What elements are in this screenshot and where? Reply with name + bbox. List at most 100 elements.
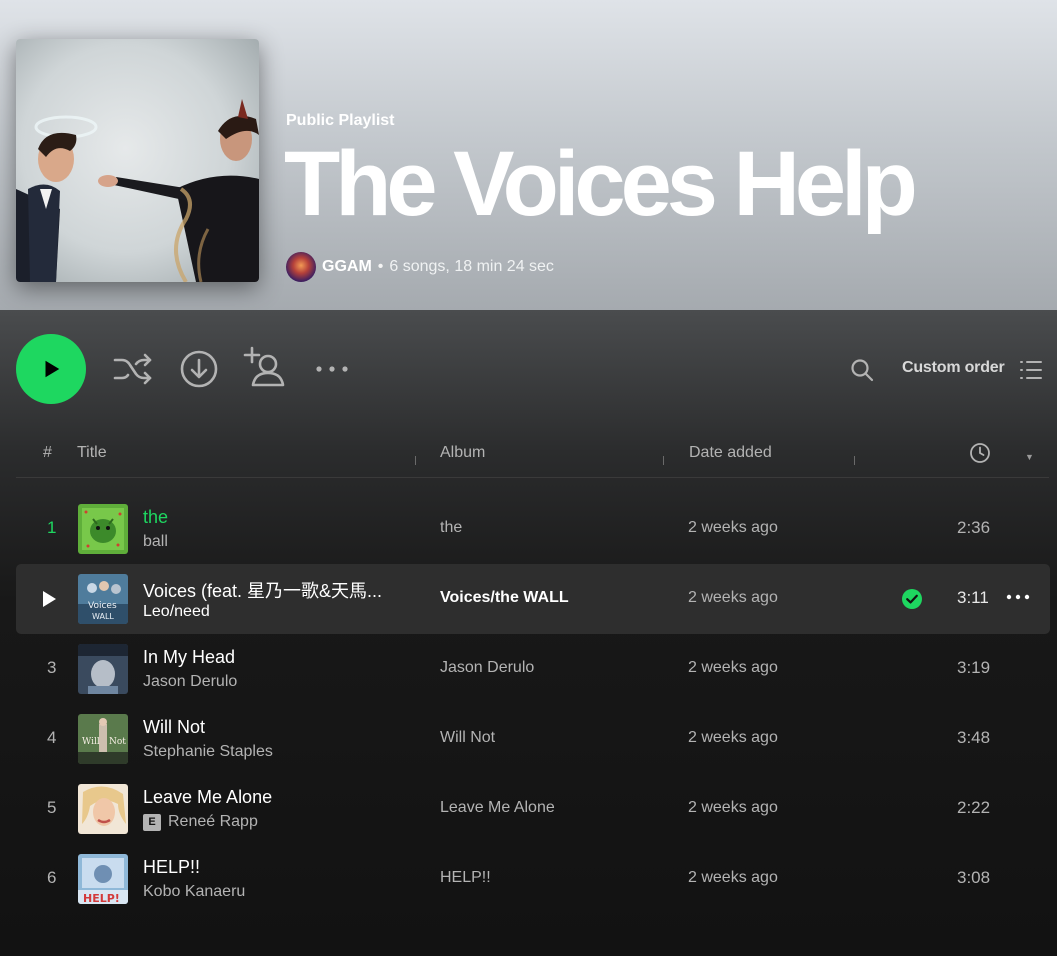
owner-name-link[interactable]: GGAM — [322, 258, 372, 276]
table-row[interactable]: 1 the ball the 2 weeks ago 2:36 — [16, 494, 1050, 564]
saved-to-library-button[interactable] — [902, 589, 922, 609]
track-duration: 3:19 — [957, 658, 991, 677]
track-artwork — [78, 644, 128, 694]
more-options-button[interactable] — [312, 354, 352, 384]
table-row[interactable]: 6 HELP! HELP!! Kobo Kanaeru HELP!! 2 wee… — [16, 844, 1050, 914]
playlist-body: Custom order # Title Album Date added ▼ … — [0, 310, 1057, 956]
play-icon — [43, 591, 56, 607]
sort-order-dropdown[interactable]: Custom order — [902, 359, 1005, 377]
track-duration: 3:08 — [957, 868, 991, 887]
track-list: 1 the ball the 2 weeks ago 2:36 Voices W… — [16, 494, 1050, 914]
track-artist[interactable]: Kobo Kanaeru — [143, 883, 245, 901]
track-duration: 3:48 — [957, 728, 991, 747]
search-in-playlist-button[interactable] — [846, 354, 878, 386]
column-resize-handle[interactable] — [415, 456, 416, 465]
sort-view-button[interactable] — [1016, 356, 1046, 384]
track-album[interactable]: Leave Me Alone — [440, 799, 555, 817]
column-date-added[interactable]: Date added — [689, 444, 772, 462]
chevron-down-icon[interactable]: ▼ — [1025, 452, 1034, 462]
track-title[interactable]: the — [143, 507, 168, 528]
more-icon — [1006, 594, 1030, 600]
svg-text:Will: Will — [82, 737, 100, 747]
track-artwork — [78, 504, 128, 554]
track-date-added: 2 weeks ago — [688, 519, 778, 536]
track-album[interactable]: Voices/the WALL — [440, 589, 569, 607]
track-date-added: 2 weeks ago — [688, 799, 778, 816]
download-button[interactable] — [178, 348, 220, 390]
track-number: 3 — [47, 658, 57, 677]
track-number: 5 — [47, 798, 57, 817]
column-resize-handle[interactable] — [663, 456, 664, 465]
check-circle-icon — [902, 589, 922, 609]
track-date-added: 2 weeks ago — [688, 869, 778, 886]
explicit-badge: E — [143, 813, 161, 831]
playlist-stats: 6 songs, 18 min 24 sec — [389, 258, 554, 275]
artist-link[interactable]: Reneé Rapp — [168, 813, 258, 831]
avatar[interactable] — [286, 252, 316, 282]
track-title[interactable]: HELP!! — [143, 857, 200, 878]
shuffle-icon — [113, 353, 152, 385]
download-icon — [180, 350, 218, 388]
track-duration: 3:11 — [957, 588, 989, 607]
track-duration: 2:36 — [957, 518, 991, 537]
track-number: 1 — [47, 518, 57, 537]
playlist-type-label: Public Playlist — [286, 112, 395, 129]
track-artwork: HELP! — [78, 854, 128, 904]
column-duration[interactable] — [969, 442, 991, 464]
column-album[interactable]: Album — [440, 444, 485, 462]
add-user-icon — [243, 346, 285, 387]
track-album[interactable]: Jason Derulo — [440, 659, 534, 677]
track-date-added: 2 weeks ago — [688, 729, 778, 746]
track-title[interactable]: In My Head — [143, 647, 235, 668]
page-title[interactable]: The Voices Help — [284, 138, 918, 230]
play-button[interactable] — [16, 334, 86, 404]
artist-link[interactable]: Jason Derulo — [143, 673, 237, 691]
svg-text:Voices: Voices — [88, 601, 117, 611]
svg-text:Not: Not — [109, 737, 126, 747]
table-row[interactable]: 5 Leave Me Alone E Reneé Rapp Leave Me A… — [16, 774, 1050, 844]
track-number: 6 — [47, 868, 57, 887]
table-row[interactable]: Voices WALL Voices (feat. 星乃一歌&天馬... Leo… — [16, 564, 1050, 634]
track-artwork: Voices WALL — [78, 574, 128, 624]
list-icon — [1020, 361, 1042, 379]
playlist-meta: GGAM • 6 songs, 18 min 24 sec — [286, 252, 554, 282]
track-title[interactable]: Will Not — [143, 717, 205, 738]
track-title[interactable]: Voices (feat. 星乃一歌&天馬... — [143, 577, 382, 603]
meta-separator: • — [377, 258, 384, 275]
playlist-cover-image[interactable] — [16, 39, 259, 282]
track-artist[interactable]: Leo/need — [143, 603, 210, 621]
column-number: # — [43, 444, 52, 461]
track-artist[interactable]: Jason Derulo — [143, 673, 237, 691]
track-artist[interactable]: Stephanie Staples — [143, 743, 273, 761]
track-duration: 2:22 — [957, 798, 991, 817]
artist-link[interactable]: Leo/need — [143, 603, 210, 621]
artist-link[interactable]: ball — [143, 533, 168, 551]
track-date-added: 2 weeks ago — [688, 659, 778, 676]
track-number: 4 — [47, 728, 57, 747]
track-title[interactable]: Leave Me Alone — [143, 787, 272, 808]
play-icon — [45, 360, 60, 378]
playlist-header: Public Playlist The Voices Help GGAM • 6… — [0, 0, 1057, 310]
row-play-button[interactable] — [41, 590, 57, 608]
table-row[interactable]: 4 Will Not Will Not Stephanie Staples Wi… — [16, 704, 1050, 774]
track-album[interactable]: Will Not — [440, 729, 495, 747]
clock-icon — [970, 443, 990, 463]
more-icon — [316, 366, 348, 372]
svg-text:HELP!: HELP! — [83, 892, 120, 904]
shuffle-button[interactable] — [112, 348, 154, 390]
track-artist[interactable]: E Reneé Rapp — [143, 813, 258, 831]
column-title[interactable]: Title — [77, 444, 107, 462]
search-icon — [851, 359, 874, 382]
track-album[interactable]: HELP!! — [440, 869, 491, 887]
track-album[interactable]: the — [440, 519, 462, 537]
table-row[interactable]: 3 In My Head Jason Derulo Jason Derulo 2… — [16, 634, 1050, 704]
column-resize-handle[interactable] — [854, 456, 855, 465]
track-table-header: # Title Album Date added ▼ — [16, 434, 1049, 478]
row-more-options-button[interactable] — [1006, 588, 1032, 610]
artist-link[interactable]: Kobo Kanaeru — [143, 883, 245, 901]
artist-link[interactable]: Stephanie Staples — [143, 743, 273, 761]
invite-collaborator-button[interactable] — [242, 344, 288, 390]
track-date-added: 2 weeks ago — [688, 589, 778, 606]
track-artwork: Will Not — [78, 714, 128, 764]
track-artist[interactable]: ball — [143, 533, 168, 551]
